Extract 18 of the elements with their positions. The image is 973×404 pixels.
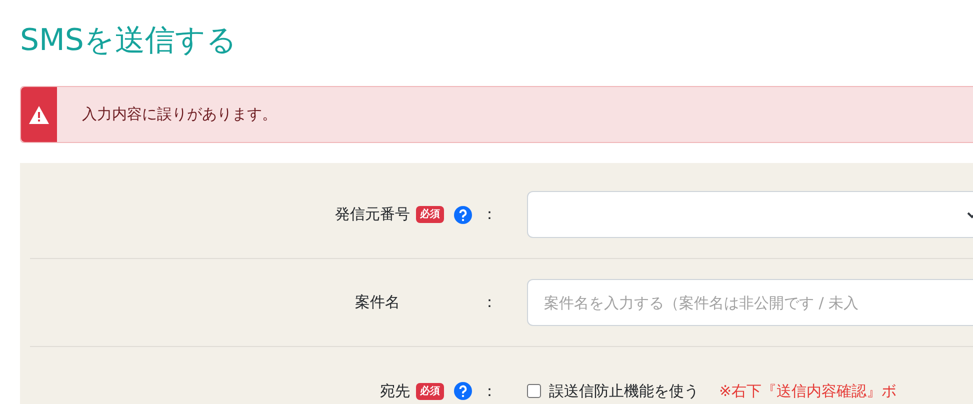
checkbox-label: 誤送信防止機能を使う	[549, 380, 699, 402]
error-message: 入力内容に誤りがあります。	[82, 104, 277, 126]
checkbox[interactable]	[527, 384, 541, 398]
input-field[interactable]: 案件名を入力する（案件名は非公開です / 未入	[527, 279, 973, 326]
page-title: SMSを送信する	[20, 22, 237, 60]
colon-text: ：	[482, 380, 497, 402]
colon-text: ：	[482, 204, 497, 226]
help-icon[interactable]	[454, 206, 472, 224]
note-text: ※右下『送信内容確認』ボ	[719, 380, 897, 402]
field-label: 発信元番号	[335, 204, 410, 226]
field-label: 案件名	[355, 292, 400, 314]
required-badge: 必須	[416, 382, 444, 400]
required-badge: 必須	[416, 206, 444, 223]
colon-text: ：	[482, 292, 497, 314]
warning-icon	[29, 106, 49, 124]
select-field[interactable]	[527, 191, 973, 238]
help-icon[interactable]	[454, 382, 472, 400]
field-label: 宛先	[380, 380, 410, 402]
